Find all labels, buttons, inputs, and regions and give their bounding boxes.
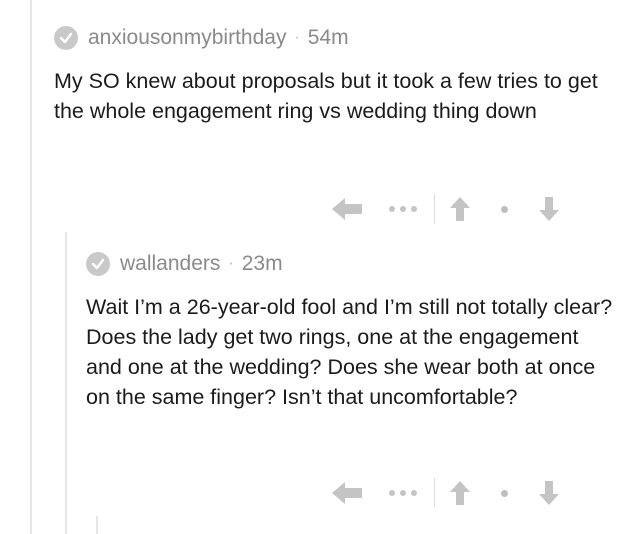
username[interactable]: anxiousonmybirthday [88, 26, 286, 50]
score-dot [501, 205, 508, 213]
comment-2-actions [330, 478, 560, 508]
action-divider [434, 478, 435, 508]
upvote-arrow-icon[interactable] [449, 480, 471, 506]
downvote-arrow-icon[interactable] [538, 196, 560, 222]
score-dot [501, 489, 508, 497]
thread-line-child [96, 516, 98, 534]
comment-2: wallanders · 23m Wait I’m a 26-year-old … [86, 252, 616, 412]
check-badge-icon [54, 26, 78, 50]
meta-separator: · [294, 29, 300, 46]
comment-meta: wallanders · 23m [86, 252, 616, 276]
more-dots-icon[interactable] [388, 205, 418, 213]
username[interactable]: wallanders [120, 252, 220, 276]
action-divider [434, 194, 435, 224]
more-dots-icon[interactable] [388, 489, 418, 497]
thread-line-inner [65, 232, 67, 534]
thread-line-outer [30, 0, 32, 534]
comment-age: 54m [307, 26, 349, 49]
downvote-arrow-icon[interactable] [538, 480, 560, 506]
comment-body: My SO knew about proposals but it took a… [54, 69, 598, 123]
comment-age: 23m [241, 252, 283, 275]
meta-separator: · [228, 255, 234, 272]
reply-arrow-icon[interactable] [330, 479, 364, 507]
upvote-arrow-icon[interactable] [449, 196, 471, 222]
comment-1-actions [330, 194, 560, 224]
comment-body: Wait I’m a 26-year-old fool and I’m stil… [86, 295, 613, 409]
comment-meta: anxiousonmybirthday · 54m [54, 26, 614, 50]
reply-arrow-icon[interactable] [330, 195, 364, 223]
check-badge-icon [86, 252, 110, 276]
comment-1: anxiousonmybirthday · 54m My SO knew abo… [54, 26, 614, 126]
